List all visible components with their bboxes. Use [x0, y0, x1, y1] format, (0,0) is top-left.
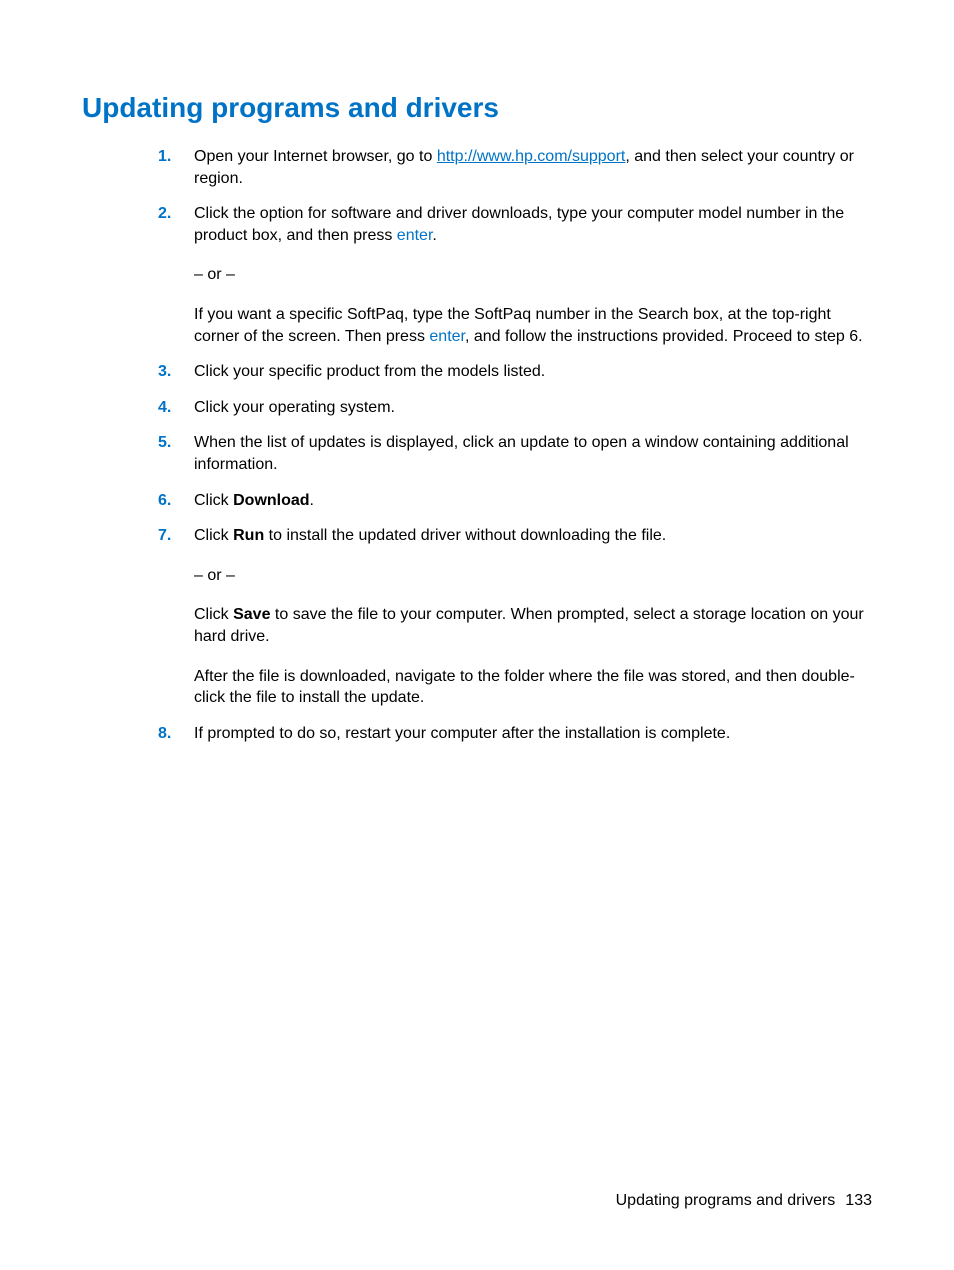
step-2: 2. Click the option for software and dri…	[158, 203, 872, 347]
or-separator: – or –	[194, 565, 872, 587]
step-text: to save the file to your computer. When …	[194, 606, 864, 645]
step-content: Click the option for software and driver…	[194, 203, 872, 347]
step-number: 4.	[158, 397, 194, 419]
step-text: .	[432, 227, 436, 244]
save-bold: Save	[233, 606, 270, 623]
step-number: 2.	[158, 203, 194, 347]
step-text: Click the option for software and driver…	[194, 205, 844, 244]
step-text: If prompted to do so, restart your compu…	[194, 723, 872, 745]
step-text: Click your operating system.	[194, 397, 872, 419]
step-text: When the list of updates is displayed, c…	[194, 432, 872, 475]
step-text: Open your Internet browser, go to	[194, 148, 437, 165]
step-content: If prompted to do so, restart your compu…	[194, 723, 872, 745]
step-text: Click	[194, 492, 233, 509]
page-number: 133	[845, 1192, 872, 1209]
step-content: When the list of updates is displayed, c…	[194, 432, 872, 475]
step-number: 7.	[158, 525, 194, 709]
step-content: Click Run to install the updated driver …	[194, 525, 872, 709]
step-8: 8. If prompted to do so, restart your co…	[158, 723, 872, 745]
step-content: Click your specific product from the mod…	[194, 361, 872, 383]
step-text: .	[310, 492, 314, 509]
step-4: 4. Click your operating system.	[158, 397, 872, 419]
step-6: 6. Click Download.	[158, 490, 872, 512]
step-content: Click Download.	[194, 490, 872, 512]
step-text: , and follow the instructions provided. …	[465, 328, 863, 345]
step-text: to install the updated driver without do…	[264, 527, 666, 544]
enter-keyword: enter	[397, 227, 433, 244]
support-link[interactable]: http://www.hp.com/support	[437, 148, 626, 165]
step-1: 1. Open your Internet browser, go to htt…	[158, 146, 872, 189]
step-number: 3.	[158, 361, 194, 383]
enter-keyword: enter	[429, 328, 465, 345]
footer-text: Updating programs and drivers	[616, 1192, 836, 1209]
step-text: Click	[194, 606, 233, 623]
step-number: 8.	[158, 723, 194, 745]
step-number: 1.	[158, 146, 194, 189]
page-heading: Updating programs and drivers	[82, 92, 872, 124]
step-7: 7. Click Run to install the updated driv…	[158, 525, 872, 709]
step-5: 5. When the list of updates is displayed…	[158, 432, 872, 475]
steps-list: 1. Open your Internet browser, go to htt…	[82, 146, 872, 744]
step-content: Click your operating system.	[194, 397, 872, 419]
step-number: 6.	[158, 490, 194, 512]
step-text: Click your specific product from the mod…	[194, 361, 872, 383]
or-separator: – or –	[194, 264, 872, 286]
step-text: Click	[194, 527, 233, 544]
step-content: Open your Internet browser, go to http:/…	[194, 146, 872, 189]
page-footer: Updating programs and drivers 133	[616, 1192, 872, 1210]
step-text: After the file is downloaded, navigate t…	[194, 666, 872, 709]
step-number: 5.	[158, 432, 194, 475]
step-3: 3. Click your specific product from the …	[158, 361, 872, 383]
run-bold: Run	[233, 527, 264, 544]
download-bold: Download	[233, 492, 309, 509]
